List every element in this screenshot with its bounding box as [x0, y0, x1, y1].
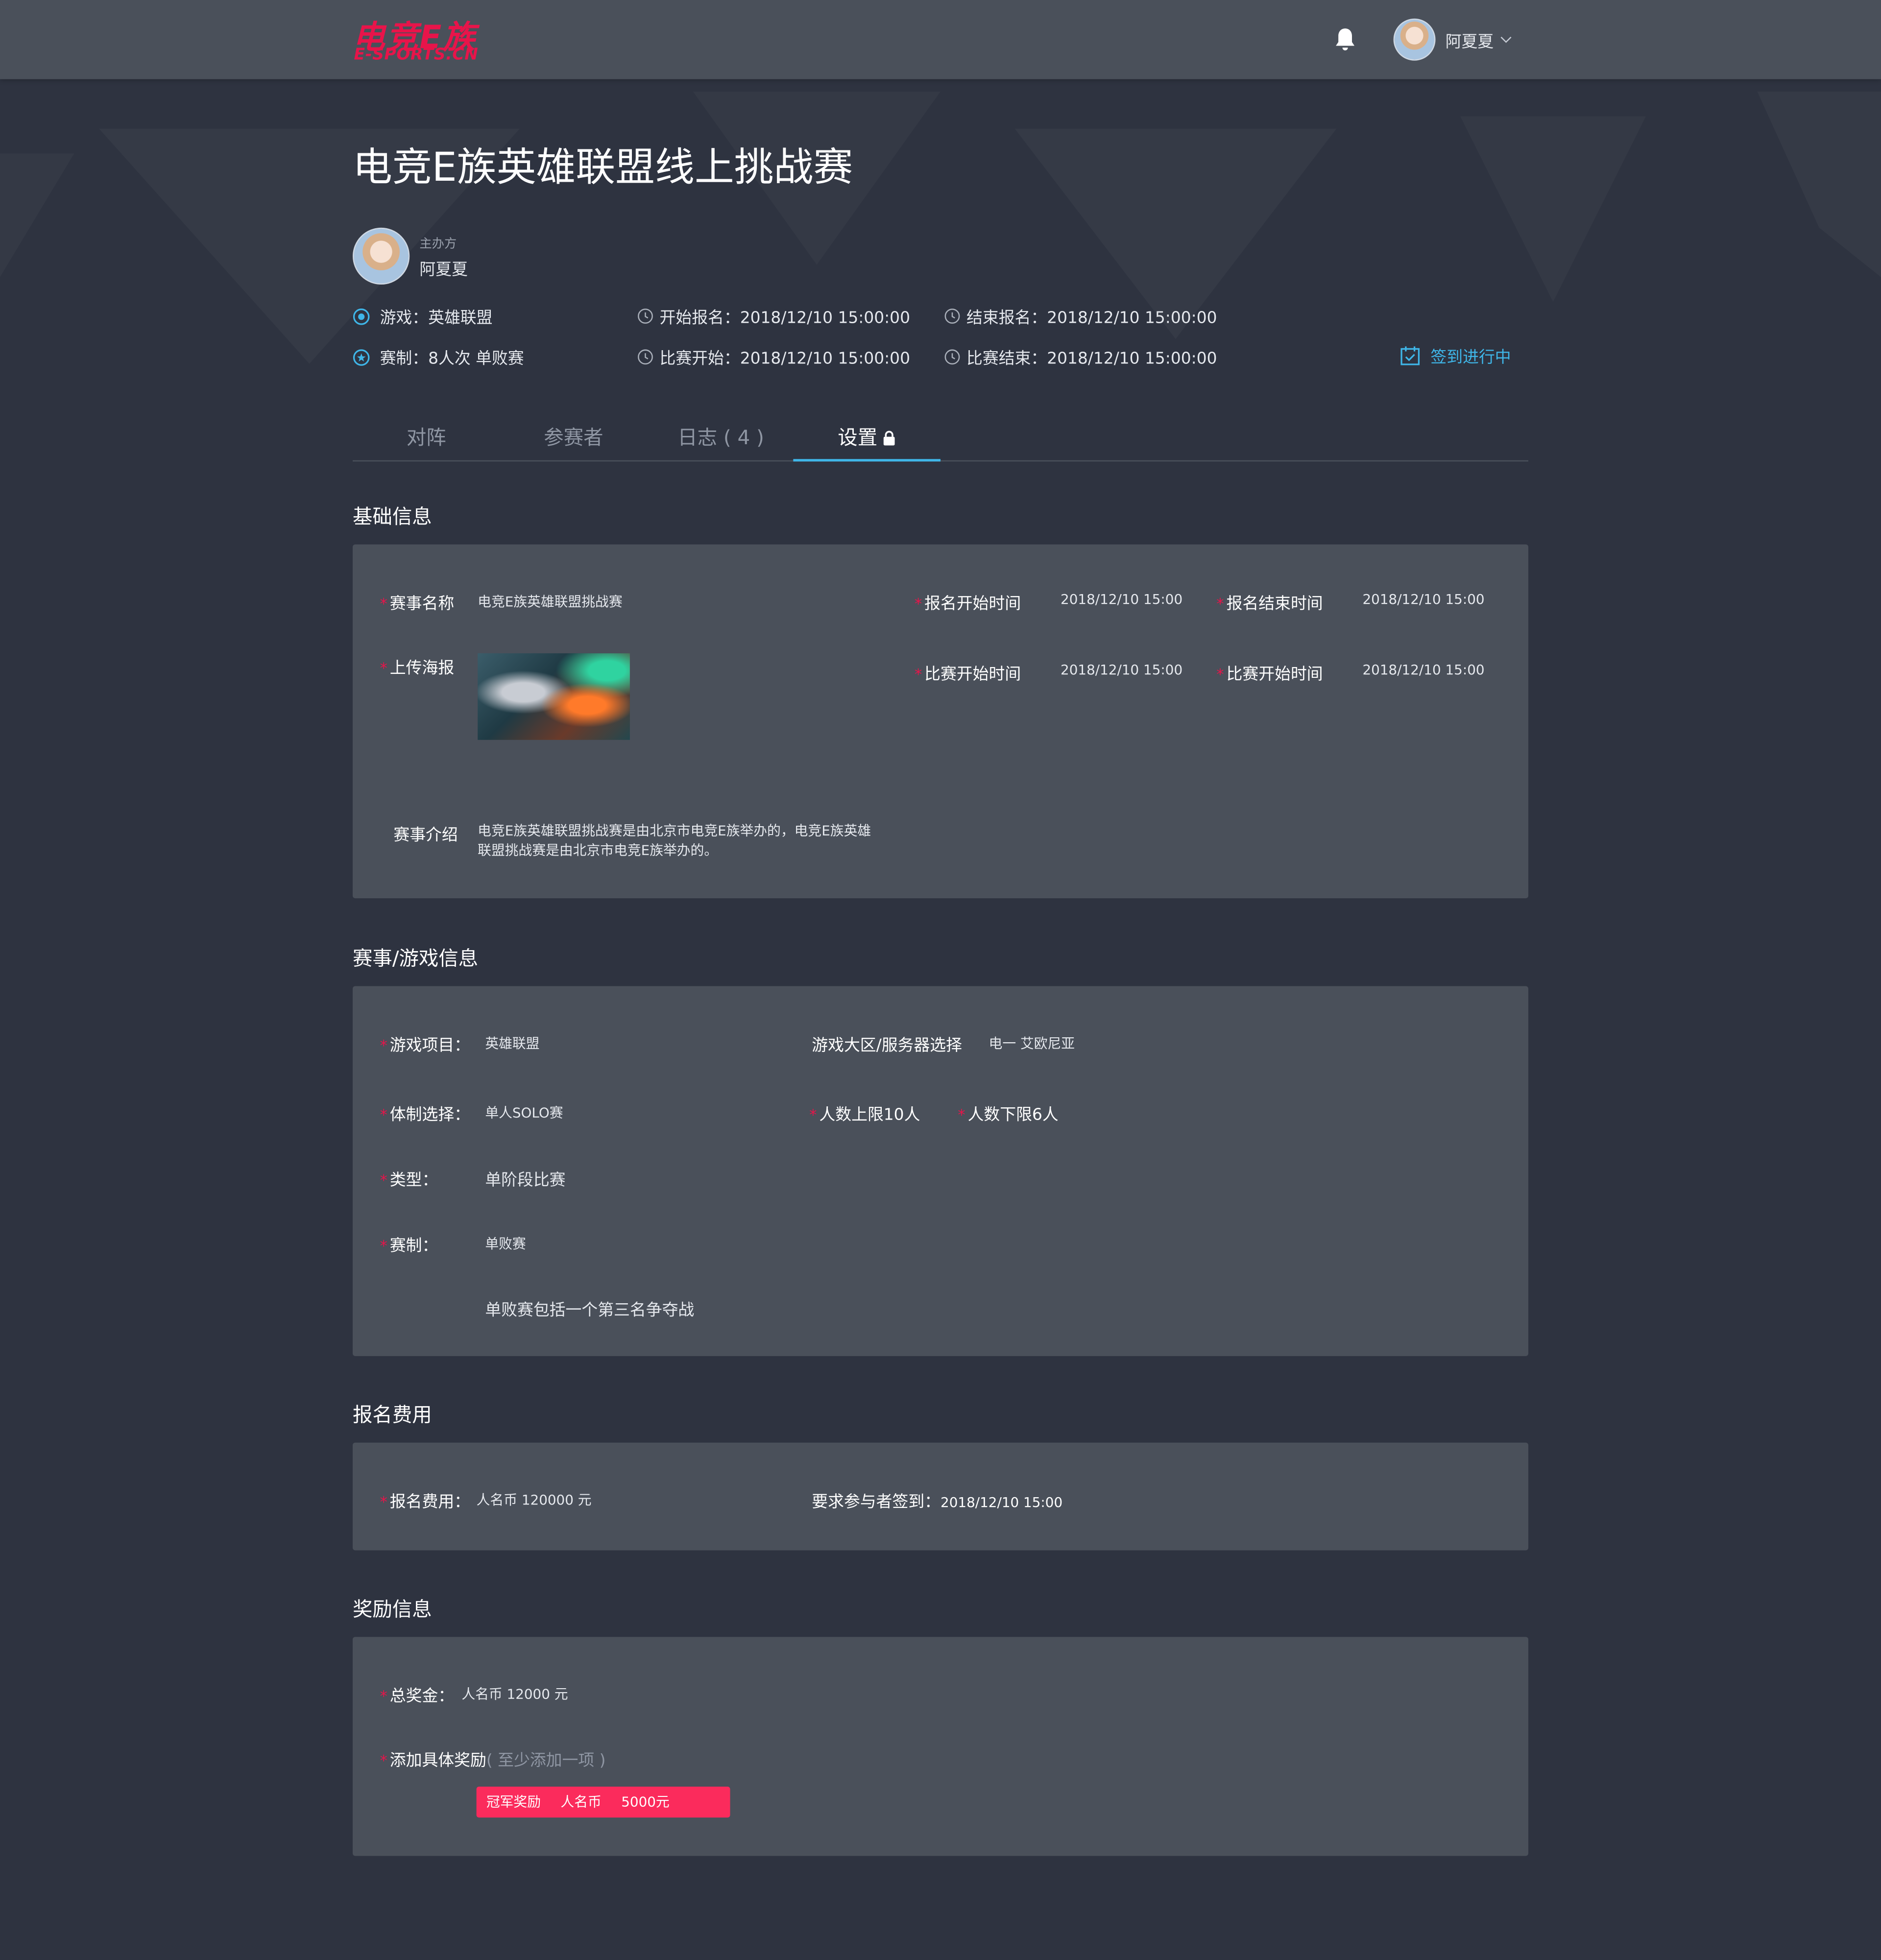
- value-type[interactable]: 单阶段比赛: [485, 1167, 565, 1190]
- logo-text-en: E-SPORTS.CN: [354, 46, 479, 65]
- value-system[interactable]: 单人SOLO赛: [485, 1102, 563, 1122]
- label-event-name: * 赛事名称: [380, 595, 455, 614]
- hero-background-pattern: [0, 91, 1881, 364]
- tab-participants[interactable]: 参赛者: [500, 414, 648, 460]
- chevron-down-icon: [1500, 36, 1512, 43]
- value-format[interactable]: 单败赛: [485, 1234, 526, 1253]
- label-format: * 赛制：: [380, 1237, 438, 1256]
- panel-basic-info: * 赛事名称 电竞E族英雄联盟挑战赛 * 上传海报 * 报名开始时间 2018/12/…: [353, 544, 1529, 899]
- panel-game-info: * 游戏项目： 英雄联盟 游戏大区/服务器选择 电一 艾欧尼亚 * 体制选择： 单人…: [353, 986, 1529, 1356]
- panel-fee: * 报名费用： 人名币 120000 元 要求参与者签到：2018/12/10 1…: [353, 1442, 1529, 1551]
- section-title-fee: 报名费用: [353, 1403, 432, 1427]
- info-reg-end: 结束报名：2018/12/10 15:00:00: [944, 304, 1217, 328]
- value-match-start-time[interactable]: 2018/12/10 15:00: [1061, 662, 1182, 678]
- event-title: 电竞E族英雄联盟线上挑战赛: [353, 143, 853, 191]
- section-title-game: 赛事/游戏信息: [353, 946, 479, 970]
- user-name: 阿夏夏: [1445, 32, 1494, 51]
- reward-tag-name: 冠军奖励: [486, 1794, 541, 1811]
- clock-icon: [944, 309, 960, 324]
- target-icon: [353, 308, 370, 325]
- lock-icon: [883, 430, 895, 446]
- value-server[interactable]: 电一 艾欧尼亚: [989, 1033, 1075, 1052]
- tab-log[interactable]: 日志 ( 4 ): [647, 414, 795, 460]
- bell-icon[interactable]: [1334, 27, 1356, 52]
- format-note: 单败赛包括一个第三名争夺战: [485, 1301, 695, 1320]
- info-format: 赛制：8人次 单败赛: [353, 345, 524, 369]
- star-badge-icon: [353, 349, 370, 365]
- section-title-basic: 基础信息: [353, 504, 432, 528]
- label-total-prize: * 总奖金：: [380, 1687, 455, 1706]
- clock-icon: [638, 349, 653, 365]
- label-system: * 体制选择：: [380, 1106, 471, 1125]
- user-menu[interactable]: 阿夏夏: [1393, 18, 1513, 61]
- value-fee[interactable]: 人名币 120000 元: [477, 1490, 592, 1509]
- label-type: * 类型：: [380, 1171, 438, 1191]
- value-game[interactable]: 英雄联盟: [485, 1033, 539, 1052]
- clock-icon: [638, 309, 653, 324]
- value-event-name[interactable]: 电竞E族英雄联盟挑战赛: [478, 592, 622, 611]
- host-role: 主办方: [419, 238, 457, 251]
- value-match-start-time-2[interactable]: 2018/12/10 15:00: [1362, 662, 1484, 678]
- checkin-requirement: 要求参与者签到：2018/12/10 15:00: [812, 1493, 1063, 1512]
- value-reg-start-time[interactable]: 2018/12/10 15:00: [1061, 592, 1182, 608]
- checkin-requirement-value: 2018/12/10 15:00: [940, 1494, 1063, 1511]
- add-reward-hint: ( 至少添加一项 ): [486, 1752, 606, 1771]
- panel-reward: * 总奖金： 人名币 12000 元 * 添加具体奖励( 至少添加一项 ) 冠军奖励…: [353, 1637, 1529, 1856]
- avatar: [1393, 18, 1436, 61]
- label-game: * 游戏项目：: [380, 1037, 471, 1055]
- label-upload-poster: * 上传海报: [380, 659, 455, 678]
- logo[interactable]: 电竞E族 E-SPORTS.CN: [353, 15, 513, 67]
- tab-bracket[interactable]: 对阵: [353, 414, 500, 460]
- label-add-reward[interactable]: * 添加具体奖励( 至少添加一项 ): [380, 1747, 606, 1770]
- label-max-players[interactable]: * 人数上限10人: [809, 1101, 920, 1125]
- tab-bar: 对阵 参赛者 日志 ( 4 ) 设置: [353, 414, 1529, 462]
- value-reg-end-time[interactable]: 2018/12/10 15:00: [1362, 592, 1484, 608]
- label-reg-end-time: * 报名结束时间: [1216, 595, 1323, 614]
- top-navbar: 电竞E族 E-SPORTS.CN 阿夏夏: [0, 0, 1881, 79]
- host-avatar: [353, 227, 410, 285]
- label-match-start-time-2: * 比赛开始时间: [1216, 666, 1323, 685]
- poster-image[interactable]: [478, 653, 630, 740]
- label-min-players[interactable]: * 人数下限6人: [958, 1101, 1058, 1125]
- info-game: 游戏：英雄联盟: [353, 304, 493, 328]
- label-event-intro: 赛事介绍: [393, 826, 458, 845]
- info-match-end: 比赛结束：2018/12/10 15:00:00: [944, 345, 1217, 369]
- value-event-intro[interactable]: 电竞E族英雄联盟挑战赛是由北京市电竞E族举办的，电竞E族英雄联盟挑战赛是由北京市…: [478, 821, 880, 861]
- tab-settings[interactable]: 设置: [793, 414, 941, 462]
- info-reg-start: 开始报名：2018/12/10 15:00:00: [637, 304, 910, 328]
- host-block: 主办方 阿夏夏: [353, 227, 468, 285]
- label-match-start-time: * 比赛开始时间: [914, 666, 1021, 685]
- label-reg-start-time: * 报名开始时间: [914, 595, 1021, 614]
- reward-tag-currency: 人名币: [560, 1794, 602, 1811]
- info-match-start: 比赛开始：2018/12/10 15:00:00: [637, 345, 910, 369]
- checkin-status[interactable]: 签到进行中: [1399, 344, 1511, 367]
- label-server: 游戏大区/服务器选择: [812, 1037, 962, 1055]
- value-total-prize[interactable]: 人名币 12000 元: [461, 1684, 568, 1703]
- section-title-reward: 奖励信息: [353, 1597, 432, 1621]
- reward-tag-champion[interactable]: 冠军奖励 人名币 5000元: [476, 1787, 730, 1818]
- reward-tag-amount: 5000元: [621, 1794, 670, 1811]
- clock-icon: [944, 349, 960, 365]
- calendar-check-icon: [1400, 346, 1420, 365]
- host-name: 阿夏夏: [419, 261, 468, 280]
- label-fee: * 报名费用：: [380, 1493, 471, 1512]
